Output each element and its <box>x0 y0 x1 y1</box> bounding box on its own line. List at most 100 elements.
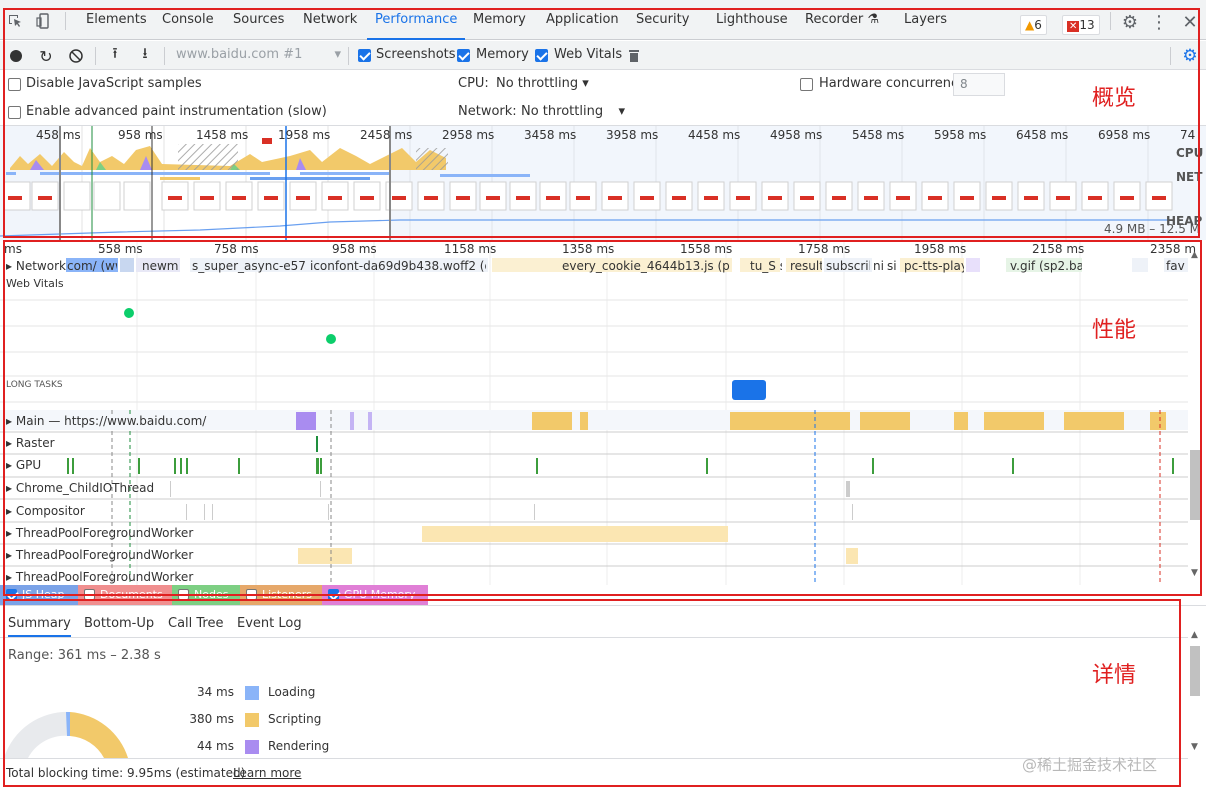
gpu-memory-checkbox[interactable] <box>328 589 339 600</box>
scroll-up-icon[interactable]: ▲ <box>1191 630 1198 640</box>
nodes-checkbox[interactable] <box>178 589 189 600</box>
tab-elements[interactable]: Elements <box>86 0 147 40</box>
download-icon[interactable]: ⭳ <box>136 44 154 64</box>
tab-summary[interactable]: Summary <box>8 611 71 637</box>
tab-lighthouse[interactable]: Lighthouse <box>716 0 788 40</box>
scroll-down-icon[interactable]: ▼ <box>1191 742 1198 752</box>
annotation-performance: 性能 <box>1092 318 1137 343</box>
errors-badge[interactable]: ✕ 13 <box>1062 15 1100 35</box>
documents-checkbox[interactable] <box>84 589 95 600</box>
advanced-paint-checkbox[interactable] <box>8 106 21 119</box>
profile-select[interactable]: www.baidu.com #1 ▾ <box>176 47 341 62</box>
hardware-concurrency-label: Hardware concurrency <box>819 76 966 91</box>
gear-icon[interactable]: ⚙ <box>1120 12 1140 33</box>
web-vital-marker <box>124 308 134 318</box>
counter-documents[interactable]: Documents <box>78 585 172 605</box>
network-request[interactable]: fav <box>1166 259 1188 273</box>
hardware-concurrency-input[interactable]: 8 <box>953 73 1005 96</box>
tab-application[interactable]: Application <box>546 0 619 40</box>
js-heap-checkbox[interactable] <box>6 589 17 600</box>
tab-bottom-up[interactable]: Bottom-Up <box>84 611 154 637</box>
timeline-tick: 1358 ms <box>562 242 615 256</box>
network-request[interactable]: every_cookie_4644b13.js (pss.... <box>562 259 730 273</box>
web-vitals-checkbox[interactable] <box>535 49 548 62</box>
clear-icon[interactable] <box>67 47 85 65</box>
network-request[interactable]: subscrib <box>826 259 870 273</box>
capture-settings-icon[interactable]: ⚙ <box>1180 46 1200 66</box>
scroll-up-icon[interactable]: ▲ <box>1191 250 1198 260</box>
network-request[interactable]: ni <box>873 259 885 273</box>
flask-icon: ⚗ <box>867 12 880 27</box>
close-icon[interactable]: ✕ <box>1180 12 1200 33</box>
overview-tick: 6458 ms <box>1016 128 1069 142</box>
raster-track-label: Raster <box>15 436 55 450</box>
tab-recorder-label: Recorder <box>805 12 864 27</box>
tab-recorder[interactable]: Recorder ⚗ <box>805 0 879 40</box>
raster-track[interactable]: ▸ Raster <box>6 436 55 450</box>
counter-js-heap[interactable]: JS Heap <box>0 585 78 605</box>
worker-track[interactable]: ▸ ThreadPoolForegroundWorker <box>6 570 193 584</box>
tab-memory[interactable]: Memory <box>473 0 526 40</box>
warnings-badge[interactable]: ▲6 <box>1020 15 1047 35</box>
counter-gpu-memory[interactable]: GPU Memory <box>322 585 428 605</box>
triangle-right-icon: ▸ <box>6 481 13 495</box>
upload-icon[interactable]: ⭱ <box>106 44 124 64</box>
network-request[interactable]: tu_S s <box>750 259 782 273</box>
network-request[interactable]: newmu <box>142 259 178 273</box>
worker-track[interactable]: ▸ ThreadPoolForegroundWorker <box>6 526 193 540</box>
device-toolbar-icon[interactable] <box>35 12 53 30</box>
chevron-down-icon: ▾ <box>334 47 341 62</box>
network-request[interactable]: si <box>887 259 897 273</box>
network-track-toggle[interactable]: ▸ Network <box>6 259 66 273</box>
tab-call-tree[interactable]: Call Tree <box>168 611 224 637</box>
network-throttling-select[interactable]: No throttling ▾ <box>521 104 625 119</box>
io-thread-track[interactable]: ▸ Chrome_ChildIOThread <box>6 481 154 495</box>
network-request[interactable]: pc-tts-play <box>904 259 964 273</box>
triangle-right-icon: ▸ <box>6 548 13 562</box>
errors-count: 13 <box>1079 18 1095 32</box>
reload-icon[interactable]: ↻ <box>37 47 55 66</box>
tab-layers[interactable]: Layers <box>904 0 947 40</box>
error-icon: ✕ <box>1067 21 1080 32</box>
network-request[interactable]: result <box>790 259 822 273</box>
inspect-element-icon[interactable] <box>6 12 24 30</box>
scroll-down-icon[interactable]: ▼ <box>1191 568 1198 578</box>
flame-chart[interactable]: ms 558 ms 758 ms 958 ms 1158 ms 1358 ms … <box>0 240 1206 585</box>
network-request[interactable]: com/ (www <box>67 259 117 273</box>
chevron-down-icon: ▾ <box>582 76 589 91</box>
counter-listeners[interactable]: Listeners <box>240 585 322 605</box>
overview-tick: 3958 ms <box>606 128 659 142</box>
counter-nodes[interactable]: Nodes <box>172 585 240 605</box>
advanced-paint-label: Enable advanced paint instrumentation (s… <box>26 104 327 119</box>
tab-event-log[interactable]: Event Log <box>237 611 302 637</box>
learn-more-link[interactable]: Learn more <box>233 766 301 780</box>
worker-track[interactable]: ▸ ThreadPoolForegroundWorker <box>6 548 193 562</box>
record-icon[interactable] <box>8 48 24 64</box>
disable-js-samples-checkbox[interactable] <box>8 78 21 91</box>
timeline-overview[interactable]: 458 ms 958 ms 1458 ms 1958 ms 2458 ms 29… <box>0 126 1206 240</box>
loading-time: 34 ms <box>196 685 234 699</box>
trash-icon[interactable] <box>626 46 642 64</box>
network-request[interactable]: s_super_async-e574f5 <box>192 259 306 273</box>
gpu-track[interactable]: ▸ GPU <box>6 458 41 472</box>
tab-security[interactable]: Security <box>636 0 689 40</box>
cpu-throttling-select[interactable]: No throttling ▾ <box>496 76 589 91</box>
overview-tick: 5458 ms <box>852 128 905 142</box>
divider <box>0 758 1188 759</box>
hardware-concurrency-checkbox[interactable] <box>800 78 813 91</box>
tab-performance[interactable]: Performance <box>367 0 466 40</box>
memory-checkbox[interactable] <box>457 49 470 62</box>
compositor-track[interactable]: ▸ Compositor <box>6 504 85 518</box>
timeline-tick: 1158 ms <box>444 242 497 256</box>
tab-sources[interactable]: Sources <box>233 0 284 40</box>
screenshots-checkbox[interactable] <box>358 49 371 62</box>
scrollbar-thumb[interactable] <box>1190 646 1200 696</box>
main-thread-track[interactable]: ▸ Main — https://www.baidu.com/ <box>6 414 211 428</box>
tab-network[interactable]: Network <box>303 0 357 40</box>
warning-icon: ▲ <box>1025 18 1035 32</box>
network-request[interactable]: iconfont-da69d9b438.woff2 (ds... <box>310 259 486 273</box>
more-options-icon[interactable]: ⋮ <box>1150 12 1168 33</box>
tab-console[interactable]: Console <box>162 0 214 40</box>
listeners-checkbox[interactable] <box>246 589 257 600</box>
network-request[interactable]: v.gif (sp2.ba... <box>1010 259 1082 273</box>
